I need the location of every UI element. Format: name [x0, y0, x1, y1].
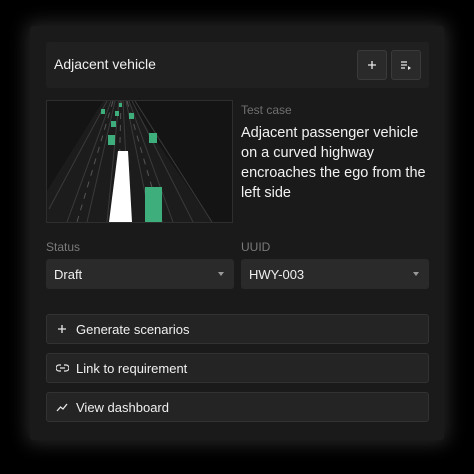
caret-down-icon	[413, 272, 419, 276]
card-header: Adjacent vehicle	[46, 42, 429, 88]
status-label: Status	[46, 240, 81, 254]
link-requirement-button[interactable]: Link to requirement	[46, 353, 429, 383]
link-icon	[55, 361, 69, 375]
trend-line-icon	[55, 400, 69, 414]
view-dashboard-label: View dashboard	[76, 400, 169, 415]
highway-scene-image	[47, 101, 232, 222]
link-requirement-label: Link to requirement	[76, 361, 188, 376]
card-title: Adjacent vehicle	[54, 56, 156, 72]
generate-scenarios-label: Generate scenarios	[76, 322, 190, 337]
caret-down-icon	[218, 272, 224, 276]
uuid-select[interactable]: HWY-003	[241, 259, 429, 289]
plus-icon	[55, 322, 69, 336]
uuid-label: UUID	[241, 240, 271, 254]
uuid-value: HWY-003	[249, 267, 305, 282]
queue-button[interactable]	[391, 50, 421, 80]
generate-scenarios-button[interactable]: Generate scenarios	[46, 314, 429, 344]
scenario-thumbnail	[46, 100, 233, 223]
status-select[interactable]: Draft	[46, 259, 234, 289]
add-button[interactable]	[357, 50, 387, 80]
test-case-description: Adjacent passenger vehicle on a curved h…	[241, 125, 426, 201]
scenario-card: Adjacent vehicle Test case Adjacent pass…	[30, 26, 444, 440]
status-value: Draft	[54, 267, 83, 282]
view-dashboard-button[interactable]: View dashboard	[46, 392, 429, 422]
test-case-label: Test case	[241, 103, 292, 117]
playlist-play-icon	[401, 61, 411, 70]
plus-icon	[368, 61, 376, 69]
